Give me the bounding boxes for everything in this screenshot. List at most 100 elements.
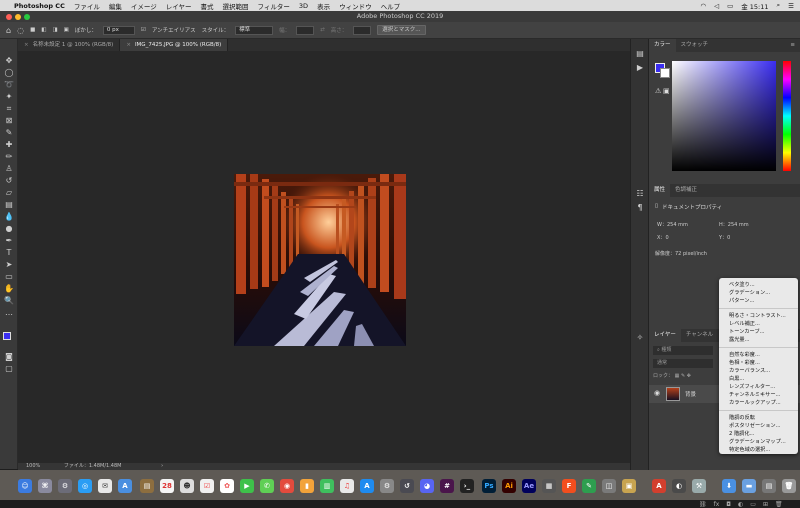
menu-edit[interactable]: 編集 — [109, 1, 122, 11]
photoshop-icon[interactable]: Ps — [482, 479, 496, 493]
preferences-icon[interactable]: ⚙ — [380, 479, 394, 493]
type-tool-icon[interactable]: T — [4, 248, 14, 258]
menu-item-selective-color[interactable]: 特定色域の選択... — [719, 446, 798, 454]
volume-icon[interactable]: ◁ — [714, 2, 719, 10]
clock[interactable]: 金 15:11 — [741, 1, 768, 11]
tab-swatches[interactable]: スウォッチ — [676, 39, 714, 52]
menu-item-brightness-contrast[interactable]: 明るさ・コントラスト... — [719, 312, 798, 320]
wifi-icon[interactable]: ◠ — [700, 2, 706, 10]
lasso-tool-icon[interactable]: ➰ — [4, 80, 14, 90]
width-input[interactable] — [296, 25, 315, 35]
terminal-icon[interactable]: ›_ — [460, 479, 474, 493]
preview-icon[interactable]: ◐ — [672, 479, 686, 493]
menu-item-photo-filter[interactable]: レンズフィルター... — [719, 383, 798, 391]
x-value[interactable]: 0 — [665, 235, 668, 241]
menu-item-exposure[interactable]: 露光量... — [719, 336, 798, 344]
illustrator-icon[interactable]: Ai — [502, 479, 516, 493]
rectangle-tool-icon[interactable]: ▭ — [4, 272, 14, 282]
close-tab-icon[interactable]: × — [126, 42, 131, 48]
stack-icon[interactable]: ▤ — [762, 479, 776, 493]
stamp-tool-icon[interactable]: ♙ — [4, 164, 14, 174]
reminders-icon[interactable]: ☑ — [200, 479, 214, 493]
foreground-color-swatch[interactable] — [3, 332, 11, 340]
downloads-folder-icon[interactable]: ⬇ — [722, 479, 736, 493]
menu-view[interactable]: 表示 — [317, 1, 330, 11]
tab-layers[interactable]: レイヤー — [649, 329, 681, 342]
control-center-icon[interactable]: ☰ — [788, 2, 794, 10]
menu-item-threshold[interactable]: 2 階調化... — [719, 430, 798, 438]
menu-item-invert[interactable]: 階調の反転 — [719, 414, 798, 422]
blur-tool-icon[interactable]: 💧 — [4, 212, 14, 222]
launchpad-icon[interactable]: ⌘ — [38, 479, 52, 493]
color-bg-swatch[interactable] — [660, 68, 670, 78]
brush-settings-icon[interactable]: ✧ — [635, 333, 645, 343]
mail-icon[interactable]: ✉ — [98, 479, 112, 493]
link-layers-icon[interactable]: ⛓ — [699, 501, 707, 508]
visibility-eye-icon[interactable]: ◉ — [654, 389, 660, 397]
figma-icon[interactable]: F — [562, 479, 576, 493]
photos-icon[interactable]: ✿ — [220, 479, 234, 493]
hue-slider[interactable] — [783, 61, 791, 171]
subtract-selection-icon[interactable]: ◨ — [52, 25, 57, 36]
tab-properties[interactable]: 属性 — [649, 184, 671, 197]
menu-image[interactable]: イメージ — [131, 1, 157, 11]
eyedropper-tool-icon[interactable]: ✎ — [4, 128, 14, 138]
menu-item-posterize[interactable]: ポスタリゼーション... — [719, 422, 798, 430]
layer-name[interactable]: 背景 — [685, 390, 696, 398]
paragraph-panel-icon[interactable]: ¶ — [635, 203, 645, 213]
menu-item-black-white[interactable]: 白黒... — [719, 375, 798, 383]
menu-item-hue-saturation[interactable]: 色相・彩度... — [719, 359, 798, 367]
move-tool-icon[interactable]: ✥ — [4, 56, 14, 66]
y-value[interactable]: 0 — [727, 235, 730, 241]
time-machine-icon[interactable]: ↺ — [400, 479, 414, 493]
fx-icon[interactable]: fx — [714, 501, 720, 508]
lock-position-icon[interactable]: ✥ — [687, 373, 691, 379]
w-value[interactable]: 254 mm — [667, 222, 688, 228]
minimize-window-button[interactable] — [15, 14, 21, 20]
finder-icon[interactable]: ☺ — [18, 479, 32, 493]
screen-mode-icon[interactable]: ▢ — [4, 364, 14, 374]
menu-item-curves[interactable]: トーンカーブ... — [719, 328, 798, 336]
frame-tool-icon[interactable]: ⊠ — [4, 116, 14, 126]
menu-file[interactable]: ファイル — [74, 1, 100, 11]
swap-icon[interactable]: ⇄ — [320, 25, 325, 36]
safari-icon[interactable]: ◎ — [78, 479, 92, 493]
adjustment-layer-icon[interactable]: ◐ — [738, 501, 743, 508]
more-tools-icon[interactable]: … — [4, 308, 14, 318]
system-prefs-icon[interactable]: ⚙ — [58, 479, 72, 493]
blend-mode-select[interactable]: 通常 — [653, 359, 713, 368]
document-image[interactable] — [234, 174, 406, 346]
add-selection-icon[interactable]: ◧ — [41, 25, 46, 36]
music-icon[interactable]: ♫ — [340, 479, 354, 493]
menu-item-gradient-map[interactable]: グラデーションマップ... — [719, 438, 798, 446]
app-icon-gray[interactable]: ◫ — [602, 479, 616, 493]
menu-help[interactable]: ヘルプ — [381, 1, 401, 11]
panel-menu-icon[interactable]: ≡ — [785, 39, 800, 52]
layer-filter-select[interactable]: ⌕ 種類 — [653, 346, 713, 355]
menu-window[interactable]: ウィンドウ — [339, 1, 372, 11]
zoom-tool-icon[interactable]: 🔍 — [4, 296, 14, 306]
menu-3d[interactable]: 3D — [299, 2, 308, 10]
style-select[interactable]: 標準 — [235, 25, 274, 35]
photo-booth-icon[interactable]: ◉ — [280, 479, 294, 493]
mac-app-store-icon[interactable]: A — [360, 479, 374, 493]
warning-icon[interactable]: ⚠ — [655, 87, 661, 95]
trash-icon[interactable]: 🗑 — [775, 501, 783, 508]
menu-item-color-balance[interactable]: カラーバランス... — [719, 367, 798, 375]
app-icon-gold[interactable]: ▣ — [622, 479, 636, 493]
websafe-icon[interactable]: ▣ — [663, 87, 670, 95]
calendar-icon[interactable]: 28 — [160, 479, 174, 493]
new-group-icon[interactable]: ▭ — [750, 501, 756, 508]
tab-color[interactable]: カラー — [649, 39, 676, 52]
slack-icon[interactable]: # — [440, 479, 454, 493]
menu-filter[interactable]: フィルター — [258, 1, 290, 11]
height-input[interactable] — [353, 25, 372, 35]
brush-tool-icon[interactable]: ✏ — [4, 152, 14, 162]
menu-item-levels[interactable]: レベル補正... — [719, 320, 798, 328]
actions-panel-icon[interactable]: ▶ — [635, 63, 645, 73]
ibooks-icon[interactable]: ▮ — [300, 479, 314, 493]
zoom-level[interactable]: 100% — [26, 463, 40, 469]
new-selection-icon[interactable]: ■ — [30, 25, 35, 36]
facetime-icon[interactable]: ▶ — [240, 479, 254, 493]
menu-select[interactable]: 選択範囲 — [223, 1, 249, 11]
